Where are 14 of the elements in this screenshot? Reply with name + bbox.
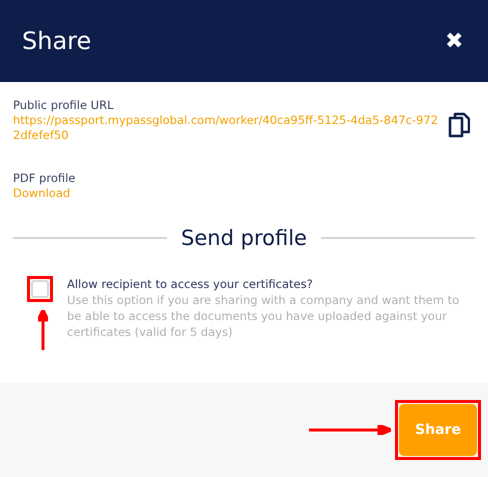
checkbox[interactable]	[31, 280, 49, 298]
section-title: Send profile	[181, 226, 307, 250]
dialog-title: Share	[22, 27, 92, 55]
copy-icon[interactable]	[448, 112, 470, 138]
close-button[interactable]: ✖	[445, 30, 463, 52]
share-button[interactable]: Share	[399, 404, 477, 456]
option-label: Allow recipient to access your certificates?	[67, 276, 314, 292]
arrow-icon	[309, 425, 391, 435]
download-link[interactable]: Download	[13, 186, 70, 201]
arrow-icon	[38, 310, 48, 350]
profile-url-link[interactable]: https://passport.mypassglobal.com/worker/40ca95ff-5125-4da5-847c-9722dfefef50	[13, 113, 438, 143]
option-description: Use this option if you are sharing with a company and want them to be able to access the documents you have uploaded against your certificates (valid for 5 days)	[67, 292, 460, 340]
field-label: Public profile URL	[13, 98, 114, 113]
field-label: PDF profile	[13, 171, 76, 186]
